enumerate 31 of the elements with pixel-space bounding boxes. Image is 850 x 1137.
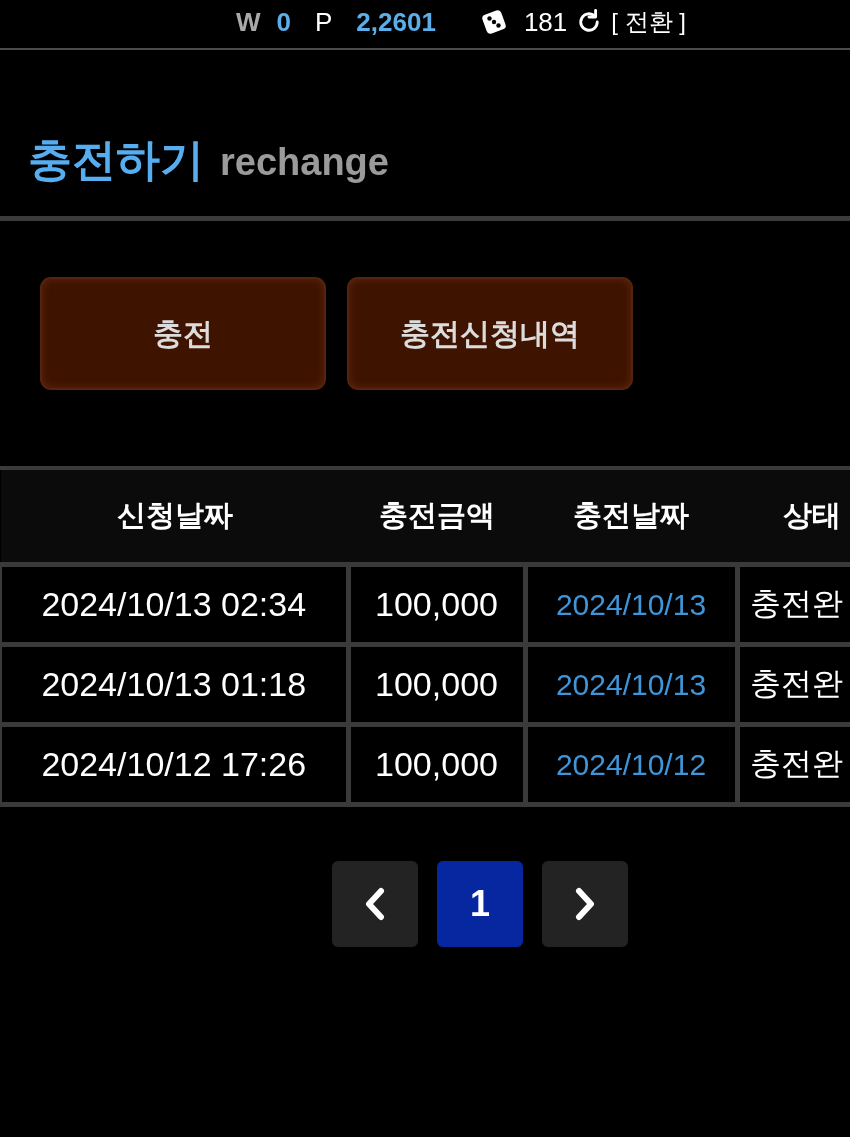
cash-amount: 0	[276, 5, 291, 39]
page-title: 충전하기	[28, 134, 204, 186]
chevron-left-icon	[364, 886, 386, 921]
status-cell: 충전완	[737, 644, 850, 724]
status-cell: 충전완	[737, 724, 850, 804]
currency-label: W	[236, 5, 261, 39]
count-value: 181	[523, 5, 568, 39]
previous-page-button[interactable]	[332, 860, 418, 947]
page-subtitle: rechange	[220, 140, 389, 185]
request-date-cell: 2024/10/12 17:26	[1, 724, 348, 804]
amount-cell: 100,000	[348, 724, 525, 804]
point-amount: 2,2601	[356, 5, 436, 39]
convert-link[interactable]: [ 전환 ]	[611, 4, 686, 39]
charge-date-cell: 2024/10/13	[525, 644, 737, 724]
action-button[interactable]: 충전	[40, 277, 326, 390]
amount-cell: 100,000	[348, 564, 525, 644]
charge-date-cell: 2024/10/12	[525, 724, 737, 804]
chevron-right-icon	[574, 886, 596, 921]
request-date-cell: 2024/10/13 01:18	[1, 644, 348, 724]
column-header: 충전날짜	[525, 470, 737, 564]
page-number-button[interactable]: 1	[437, 860, 523, 947]
action-button[interactable]: 충전신청내역	[347, 277, 633, 390]
next-page-button[interactable]	[542, 860, 628, 947]
charge-date-cell: 2024/10/13	[525, 564, 737, 644]
column-header: 신청날짜	[1, 470, 348, 564]
status-cell: 충전완	[737, 564, 850, 644]
column-header: 상태	[737, 470, 850, 564]
column-header: 충전금액	[348, 470, 525, 564]
point-label: P	[315, 5, 333, 39]
amount-cell: 100,000	[348, 644, 525, 724]
request-date-cell: 2024/10/13 02:34	[1, 564, 348, 644]
